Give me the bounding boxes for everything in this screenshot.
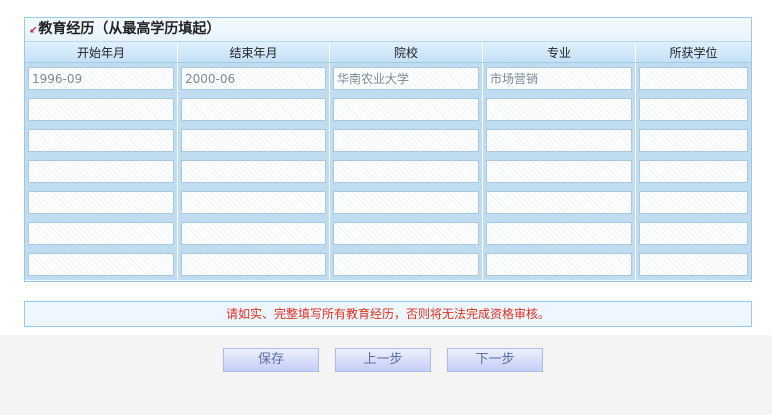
table-header-row: 开始年月 结束年月 院校 专业 所获学位 bbox=[25, 42, 751, 63]
table-cell bbox=[636, 249, 751, 280]
save-button[interactable]: 保存 bbox=[223, 348, 319, 372]
table-cell bbox=[483, 249, 636, 280]
major-input[interactable] bbox=[486, 160, 632, 183]
table-cell bbox=[178, 249, 330, 280]
school-input[interactable] bbox=[333, 253, 479, 276]
start-date-input[interactable] bbox=[28, 67, 174, 90]
table-cell bbox=[483, 63, 636, 94]
notice-bar: 请如实、完整填写所有教育经历，否则将无法完成资格审核。 bbox=[24, 301, 752, 327]
section-title-text: 教育经历（从最高学历填起） bbox=[38, 21, 221, 37]
school-input[interactable] bbox=[333, 67, 479, 90]
table-cell bbox=[25, 156, 178, 187]
table-row bbox=[25, 218, 751, 249]
table-cell bbox=[178, 187, 330, 218]
major-input[interactable] bbox=[486, 191, 632, 214]
major-input[interactable] bbox=[486, 129, 632, 152]
table-cell bbox=[178, 125, 330, 156]
table-cell bbox=[25, 94, 178, 125]
degree-input[interactable] bbox=[639, 222, 748, 245]
table-cell bbox=[330, 63, 483, 94]
column-header-major: 专业 bbox=[483, 42, 636, 63]
table-cell bbox=[330, 94, 483, 125]
degree-input[interactable] bbox=[639, 67, 748, 90]
degree-input[interactable] bbox=[639, 129, 748, 152]
end-date-input[interactable] bbox=[181, 222, 326, 245]
table-cell bbox=[330, 218, 483, 249]
degree-input[interactable] bbox=[639, 98, 748, 121]
previous-step-button[interactable]: 上一步 bbox=[335, 348, 431, 372]
table-cell bbox=[483, 94, 636, 125]
table-cell bbox=[25, 63, 178, 94]
start-date-input[interactable] bbox=[28, 191, 174, 214]
table-cell bbox=[636, 63, 751, 94]
end-date-input[interactable] bbox=[181, 98, 326, 121]
education-section: ↙教育经历（从最高学历填起） 开始年月 结束年月 院校 专业 所获学位 bbox=[24, 17, 752, 282]
end-date-input[interactable] bbox=[181, 253, 326, 276]
notice-text: 请如实、完整填写所有教育经历，否则将无法完成资格审核。 bbox=[225, 307, 550, 321]
column-header-start-date: 开始年月 bbox=[25, 42, 178, 63]
end-date-input[interactable] bbox=[181, 160, 326, 183]
major-input[interactable] bbox=[486, 222, 632, 245]
table-cell bbox=[330, 125, 483, 156]
title-marker-icon: ↙ bbox=[29, 25, 38, 36]
table-row bbox=[25, 63, 751, 94]
page-footer-band bbox=[0, 335, 772, 415]
school-input[interactable] bbox=[333, 222, 479, 245]
degree-input[interactable] bbox=[639, 253, 748, 276]
section-title: ↙教育经历（从最高学历填起） bbox=[25, 18, 751, 42]
table-cell bbox=[178, 218, 330, 249]
table-cell bbox=[636, 187, 751, 218]
school-input[interactable] bbox=[333, 160, 479, 183]
table-cell bbox=[330, 249, 483, 280]
end-date-input[interactable] bbox=[181, 191, 326, 214]
table-cell bbox=[25, 125, 178, 156]
table-cell bbox=[178, 156, 330, 187]
table-cell bbox=[178, 94, 330, 125]
degree-input[interactable] bbox=[639, 160, 748, 183]
school-input[interactable] bbox=[333, 129, 479, 152]
start-date-input[interactable] bbox=[28, 160, 174, 183]
table-cell bbox=[483, 218, 636, 249]
start-date-input[interactable] bbox=[28, 222, 174, 245]
major-input[interactable] bbox=[486, 98, 632, 121]
table-row bbox=[25, 187, 751, 218]
table-row bbox=[25, 249, 751, 280]
table-cell bbox=[636, 156, 751, 187]
major-input[interactable] bbox=[486, 253, 632, 276]
table-cell bbox=[483, 187, 636, 218]
major-input[interactable] bbox=[486, 67, 632, 90]
table-cell bbox=[483, 156, 636, 187]
start-date-input[interactable] bbox=[28, 98, 174, 121]
table-cell bbox=[330, 156, 483, 187]
table-cell bbox=[483, 125, 636, 156]
end-date-input[interactable] bbox=[181, 129, 326, 152]
column-header-end-date: 结束年月 bbox=[178, 42, 330, 63]
start-date-input[interactable] bbox=[28, 253, 174, 276]
table-row bbox=[25, 156, 751, 187]
table-cell bbox=[25, 187, 178, 218]
next-step-button[interactable]: 下一步 bbox=[447, 348, 543, 372]
table-cell bbox=[636, 94, 751, 125]
table-cell bbox=[636, 125, 751, 156]
table-row bbox=[25, 125, 751, 156]
education-table: 开始年月 结束年月 院校 专业 所获学位 bbox=[25, 42, 751, 280]
end-date-input[interactable] bbox=[181, 67, 326, 90]
column-header-school: 院校 bbox=[330, 42, 483, 63]
table-cell bbox=[25, 249, 178, 280]
column-header-degree: 所获学位 bbox=[636, 42, 751, 63]
school-input[interactable] bbox=[333, 98, 479, 121]
table-cell bbox=[25, 218, 178, 249]
school-input[interactable] bbox=[333, 191, 479, 214]
table-row bbox=[25, 94, 751, 125]
degree-input[interactable] bbox=[639, 191, 748, 214]
table-cell bbox=[330, 187, 483, 218]
start-date-input[interactable] bbox=[28, 129, 174, 152]
table-cell bbox=[636, 218, 751, 249]
table-cell bbox=[178, 63, 330, 94]
